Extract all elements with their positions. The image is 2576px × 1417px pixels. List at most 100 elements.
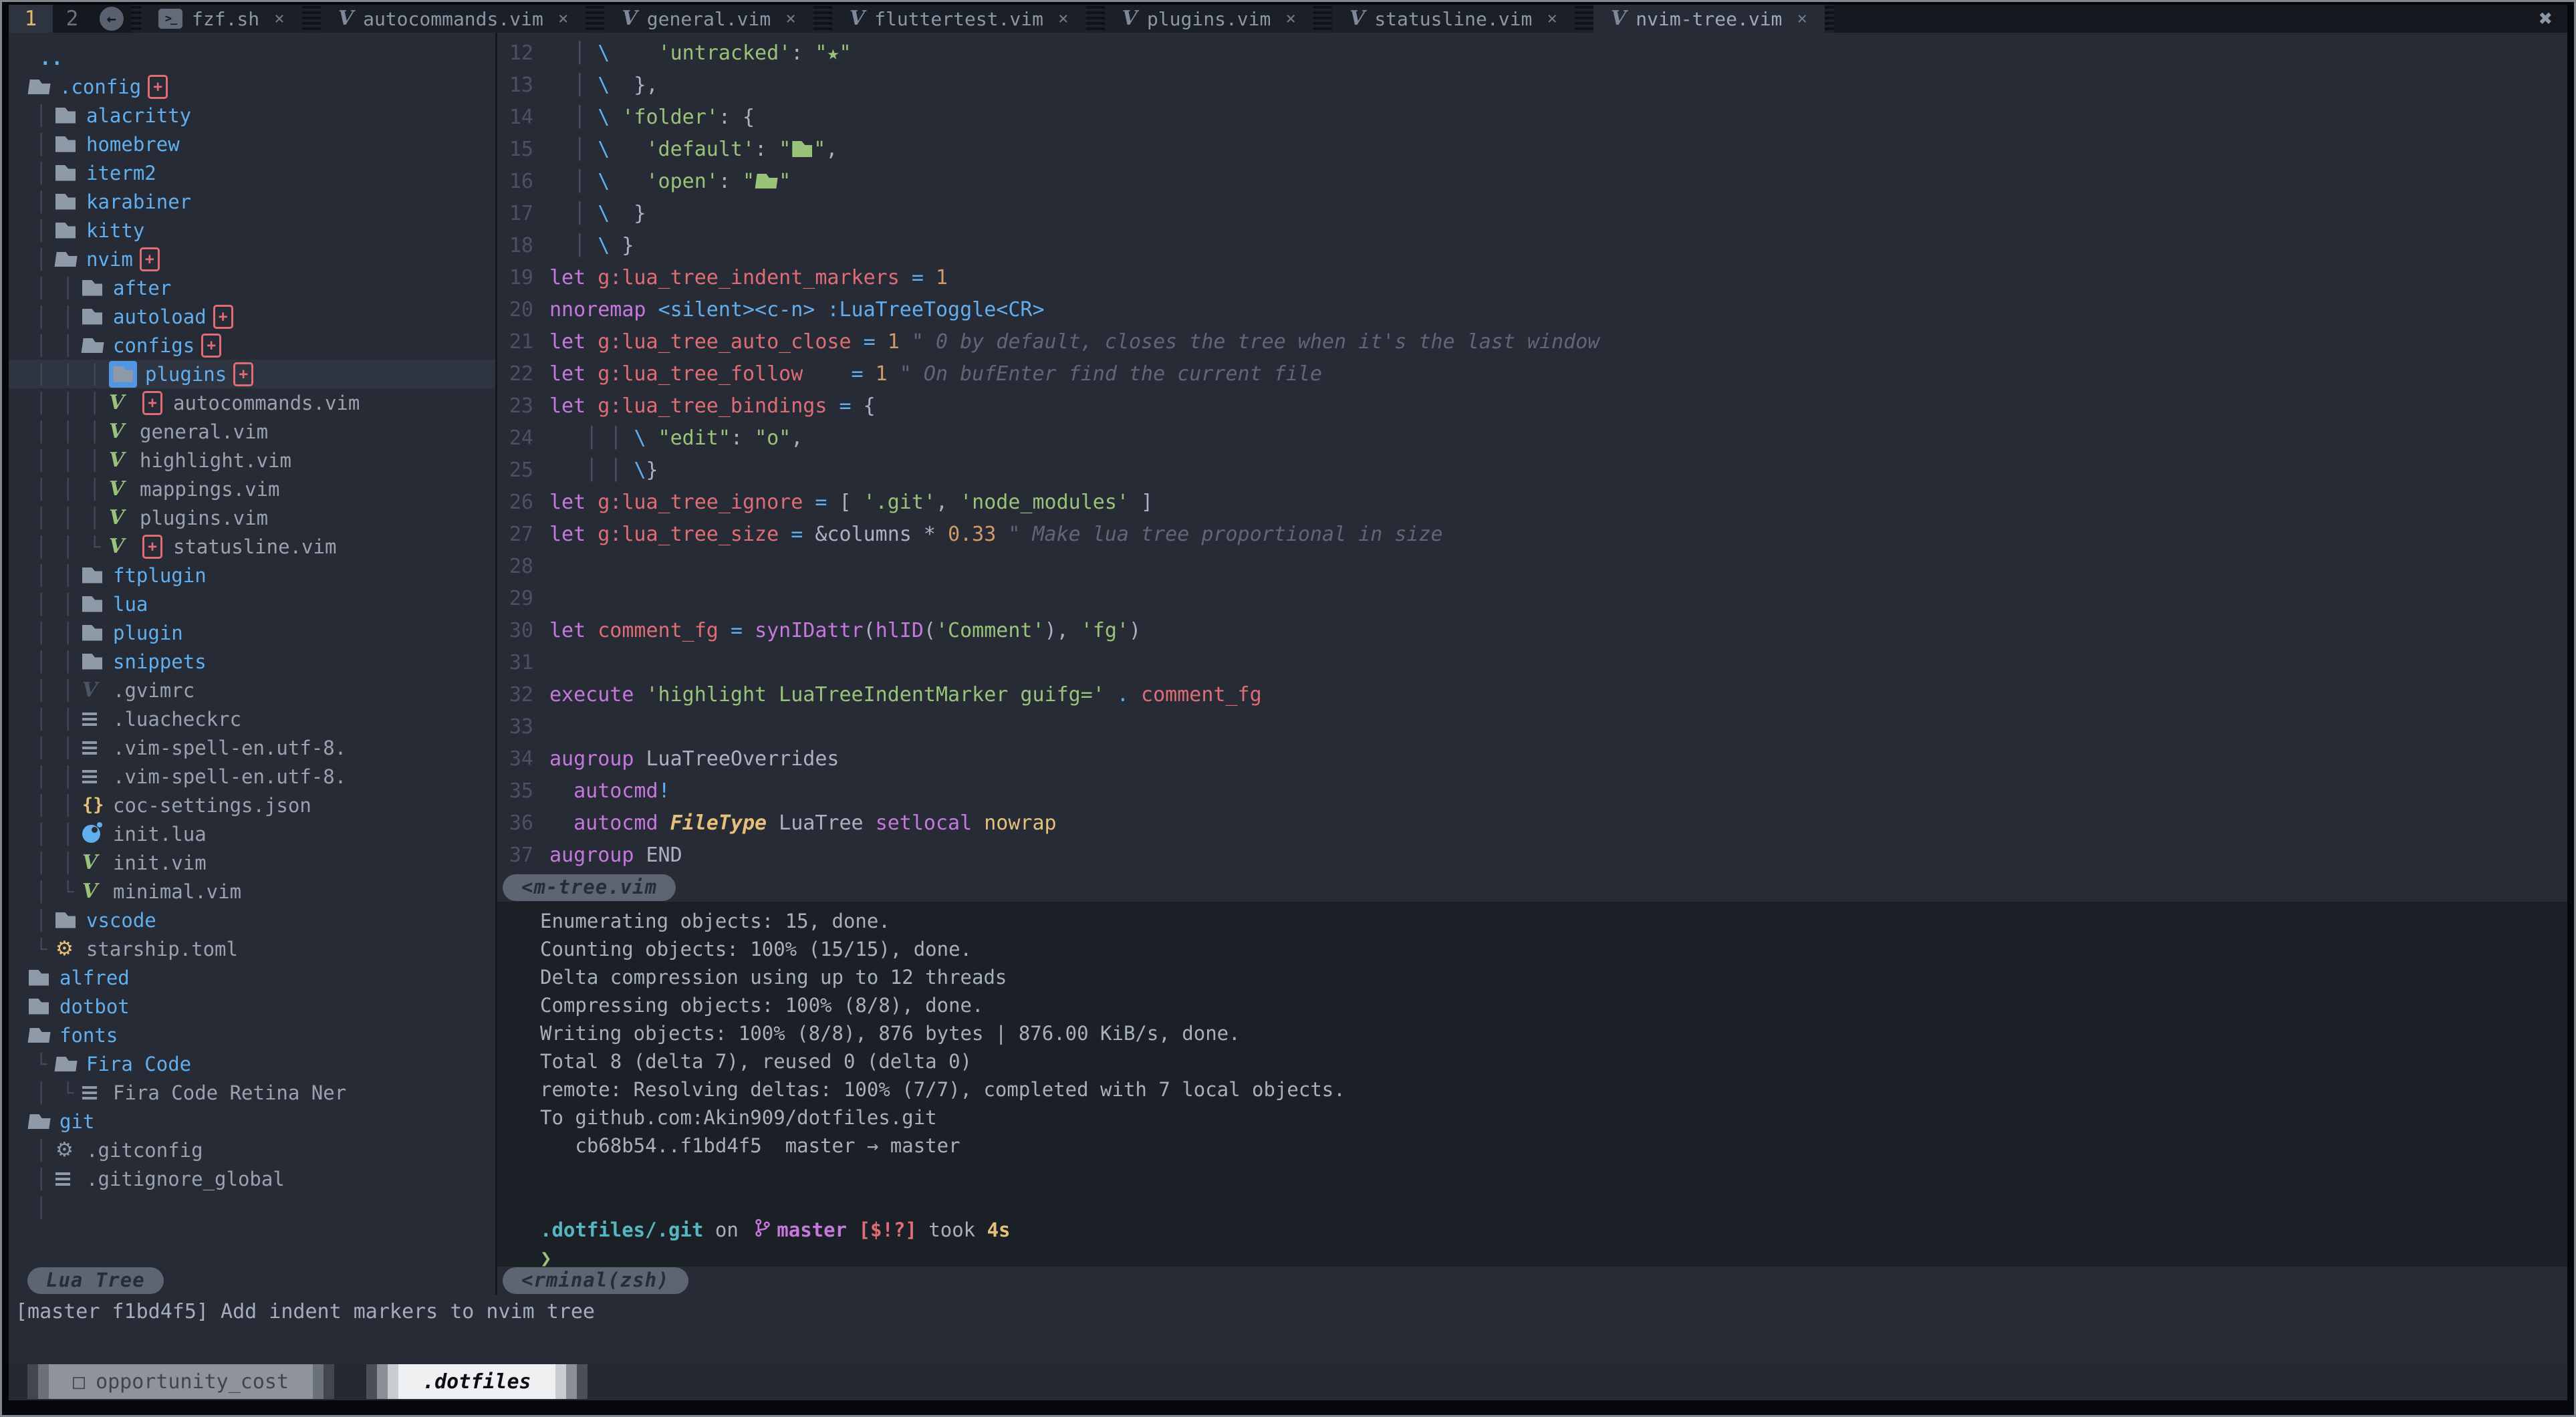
code-line[interactable]: 15 │ \ 'default': "",: [497, 133, 2567, 165]
tree-row-git[interactable]: git: [9, 1107, 495, 1136]
tab-close-icon[interactable]: ×: [1285, 9, 1296, 29]
code-line[interactable]: 26let g:lua_tree_ignore = [ '.git', 'nod…: [497, 486, 2567, 518]
tab-close-icon[interactable]: ×: [274, 9, 285, 29]
tree-row-.config[interactable]: .config+: [9, 72, 495, 101]
code-line[interactable]: 32execute 'highlight LuaTreeIndentMarker…: [497, 678, 2567, 711]
tree-row-init.vim[interactable]: ││Vinit.vim: [9, 848, 495, 877]
code-line[interactable]: 36 autocmd FileType LuaTree setlocal now…: [497, 807, 2567, 839]
tree-row-empty[interactable]: │: [9, 1193, 495, 1222]
tree-row-iterm2[interactable]: │iterm2: [9, 158, 495, 187]
line-number: 24: [497, 426, 549, 450]
code-line[interactable]: 27let g:lua_tree_size = &columns * 0.33 …: [497, 518, 2567, 550]
tree-row-mappings.vim[interactable]: │││Vmappings.vim: [9, 475, 495, 503]
tab-general.vim[interactable]: Vgeneral.vim×: [604, 5, 813, 33]
code-line[interactable]: 12 │ \ 'untracked': "★": [497, 37, 2567, 69]
code-line[interactable]: 14 │ \ 'folder': {: [497, 101, 2567, 133]
tree-row-.vim-spell-en.utf-8.[interactable]: ││.vim-spell-en.utf-8.: [9, 733, 495, 762]
indent-guide: │: [55, 737, 82, 759]
tab-plugins.vim[interactable]: Vplugins.vim×: [1105, 5, 1313, 33]
tree-row-.gvimrc[interactable]: ││V.gvimrc: [9, 676, 495, 704]
tree-row-dotbot[interactable]: dotbot: [9, 992, 495, 1021]
tmux-window-.dotfiles[interactable]: .dotfiles: [366, 1364, 588, 1399]
tree-row-..[interactable]: ..: [9, 43, 495, 72]
tree-row-alacritty[interactable]: │alacritty: [9, 101, 495, 130]
code-line[interactable]: 16 │ \ 'open': "": [497, 165, 2567, 197]
tree-row-nvim[interactable]: │nvim+: [9, 245, 495, 273]
code-line[interactable]: 35 autocmd!: [497, 775, 2567, 807]
code-line[interactable]: 30let comment_fg = synIDattr(hlID('Comme…: [497, 614, 2567, 646]
tab-close-icon[interactable]: ×: [1797, 9, 1807, 29]
tab-label: autocommands.vim: [363, 8, 543, 30]
tree-row-starship.toml[interactable]: └⚙starship.toml: [9, 934, 495, 963]
tree-row-lua[interactable]: ││lua: [9, 590, 495, 618]
code-line[interactable]: 29: [497, 582, 2567, 614]
code-line[interactable]: 21let g:lua_tree_auto_close = 1 " 0 by d…: [497, 326, 2567, 358]
tree-row-ftplugin[interactable]: ││ftplugin: [9, 561, 495, 590]
tree-row-general.vim[interactable]: │││Vgeneral.vim: [9, 417, 495, 446]
tab-close-icon[interactable]: ×: [1058, 9, 1069, 29]
editor[interactable]: 12 │ \ 'untracked': "★"13 │ \ },14 │ \ '…: [497, 33, 2567, 874]
tree-row-coc-settings.json[interactable]: ││{}coc-settings.json: [9, 791, 495, 819]
code-line[interactable]: 28: [497, 550, 2567, 582]
code-line[interactable]: 25 │ │ \}: [497, 454, 2567, 486]
tree-row-snippets[interactable]: ││snippets: [9, 647, 495, 676]
tree-row-Fira Code Retina Ner[interactable]: │└Fira Code Retina Ner: [9, 1078, 495, 1107]
tree-row-homebrew[interactable]: │homebrew: [9, 130, 495, 158]
tab-close-icon[interactable]: ×: [558, 9, 569, 29]
tree-row-alfred[interactable]: alfred: [9, 963, 495, 992]
tree-row-.gitignore_global[interactable]: │.gitignore_global: [9, 1164, 495, 1193]
code-line[interactable]: 13 │ \ },: [497, 69, 2567, 101]
code-line[interactable]: 19let g:lua_tree_indent_markers = 1: [497, 261, 2567, 293]
tree-row-autocommands.vim[interactable]: │││V+autocommands.vim: [9, 388, 495, 417]
tree-label: ftplugin: [113, 564, 207, 587]
close-icon[interactable]: ✖: [2539, 5, 2567, 33]
tree-row-Fira Code[interactable]: └Fira Code: [9, 1049, 495, 1078]
tree-row-plugins[interactable]: │││plugins+: [9, 360, 495, 388]
text-file-icon: [82, 741, 97, 744]
tree-row-vscode[interactable]: │vscode: [9, 906, 495, 934]
tab-fzf.sh[interactable]: >_fzf.sh×: [141, 5, 302, 33]
tree-row-statusline.vim[interactable]: ││└V+statusline.vim: [9, 532, 495, 561]
code-line[interactable]: 20nnoremap <silent><c-n> :LuaTreeToggle<…: [497, 293, 2567, 326]
tree-row-autoload[interactable]: ││autoload+: [9, 302, 495, 331]
tree-row-highlight.vim[interactable]: │││Vhighlight.vim: [9, 446, 495, 475]
tab-statusline.vim[interactable]: Vstatusline.vim×: [1332, 5, 1575, 33]
code-line[interactable]: 31: [497, 646, 2567, 678]
tree-row-after[interactable]: ││after: [9, 273, 495, 302]
tab-close-icon[interactable]: ×: [785, 9, 796, 29]
tree-row-minimal.vim[interactable]: │└Vminimal.vim: [9, 877, 495, 906]
code-line[interactable]: 33: [497, 711, 2567, 743]
tab-nvim-tree.vim[interactable]: Vnvim-tree.vim×: [1593, 5, 1825, 33]
code-line[interactable]: 23let g:lua_tree_bindings = {: [497, 390, 2567, 422]
tree-row-.vim-spell-en.utf-8.[interactable]: ││.vim-spell-en.utf-8.: [9, 762, 495, 791]
buffer-number-1[interactable]: 1: [9, 5, 53, 33]
tree-row-init.lua[interactable]: ││init.lua: [9, 819, 495, 848]
terminal-line: Counting objects: 100% (15/15), done.: [540, 935, 2567, 963]
terminal[interactable]: Enumerating objects: 15, done.Counting o…: [497, 902, 2567, 1267]
code-line[interactable]: 18 │ \ }: [497, 229, 2567, 261]
tree-row-configs[interactable]: ││configs+: [9, 331, 495, 360]
tree-label: .gitignore_global: [86, 1168, 285, 1190]
buffer-number-2[interactable]: 2: [53, 5, 92, 33]
refresh-button[interactable]: ←: [92, 5, 132, 33]
code-line[interactable]: 17 │ \ }: [497, 197, 2567, 229]
code-line[interactable]: 34augroup LuaTreeOverrides: [497, 743, 2567, 775]
tree-row-plugins.vim[interactable]: │││Vplugins.vim: [9, 503, 495, 532]
file-tree[interactable]: ...config+│alacritty│homebrew│iterm2│kar…: [9, 33, 495, 1267]
tab-autocommands.vim[interactable]: Vautocommands.vim×: [321, 5, 586, 33]
powerline-band: [377, 1364, 388, 1399]
tree-row-karabiner[interactable]: │karabiner: [9, 187, 495, 216]
tab-fluttertest.vim[interactable]: Vfluttertest.vim×: [832, 5, 1086, 33]
git-new-badge: +: [142, 391, 162, 415]
tab-close-icon[interactable]: ×: [1547, 9, 1557, 29]
tree-row-plugin[interactable]: ││plugin: [9, 618, 495, 647]
tmux-window-opportunity_cost[interactable]: □opportunity_cost: [27, 1364, 334, 1399]
tree-row-kitty[interactable]: │kitty: [9, 216, 495, 245]
code-line[interactable]: 24 │ │ \ "edit": "o",: [497, 422, 2567, 454]
vim-icon: V: [1122, 9, 1138, 29]
code-line[interactable]: 37augroup END: [497, 839, 2567, 871]
code-line[interactable]: 22let g:lua_tree_follow = 1 " On bufEnte…: [497, 358, 2567, 390]
tree-row-.gitconfig[interactable]: │⚙.gitconfig: [9, 1136, 495, 1164]
tree-row-.luacheckrc[interactable]: ││.luacheckrc: [9, 704, 495, 733]
tree-row-fonts[interactable]: fonts: [9, 1021, 495, 1049]
